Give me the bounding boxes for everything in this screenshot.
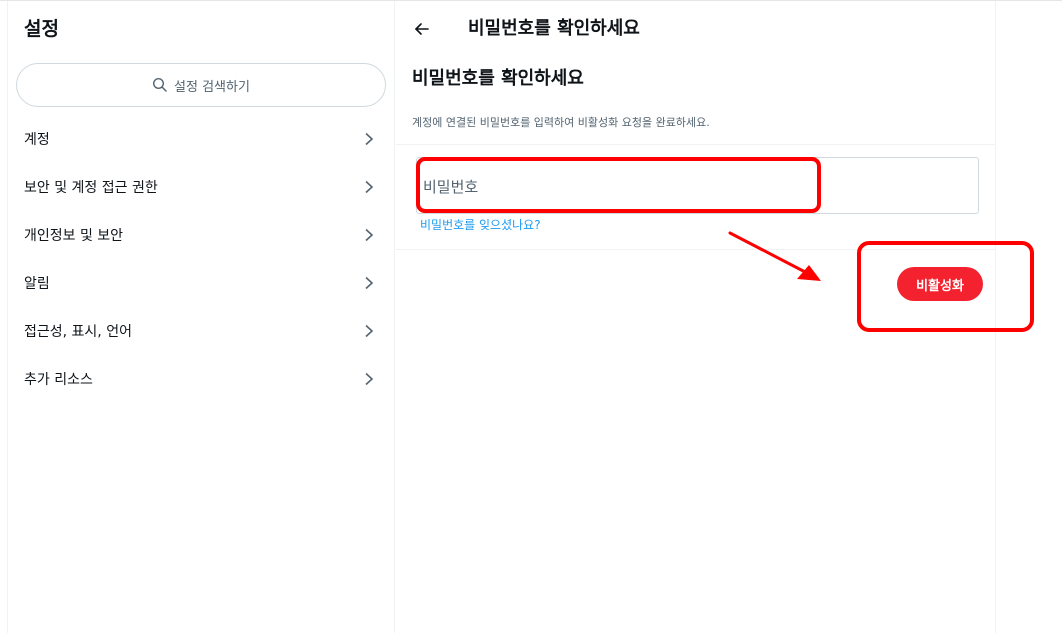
settings-item-resources[interactable]: 추가 리소스 — [8, 355, 394, 403]
chevron-right-icon — [362, 276, 376, 290]
section-description: 계정에 연결된 비밀번호를 입력하여 비활성화 요청을 완료하세요. — [412, 116, 710, 129]
password-field[interactable] — [416, 157, 979, 214]
settings-search-input[interactable]: 설정 검색하기 — [16, 63, 386, 107]
back-button[interactable] — [410, 17, 434, 41]
settings-item-label: 접근성, 표시, 언어 — [24, 324, 132, 340]
settings-item-security[interactable]: 보안 및 계정 접근 권한 — [8, 163, 394, 211]
settings-item-label: 개인정보 및 보안 — [24, 228, 124, 244]
settings-item-label: 알림 — [24, 276, 50, 292]
settings-item-accessibility[interactable]: 접근성, 표시, 언어 — [8, 307, 394, 355]
section-title: 비밀번호를 확인하세요 — [412, 68, 584, 89]
divider — [396, 144, 995, 145]
settings-item-account[interactable]: 계정 — [8, 115, 394, 163]
chevron-right-icon — [362, 324, 376, 338]
page-title: 비밀번호를 확인하세요 — [468, 18, 640, 39]
divider — [396, 249, 995, 250]
password-input[interactable] — [421, 170, 965, 204]
chevron-right-icon — [362, 180, 376, 194]
deactivate-button[interactable]: 비활성화 — [897, 267, 983, 301]
settings-item-label: 계정 — [24, 132, 50, 148]
chevron-right-icon — [362, 132, 376, 146]
chevron-right-icon — [362, 372, 376, 386]
settings-item-notifications[interactable]: 알림 — [8, 259, 394, 307]
search-icon — [152, 77, 168, 93]
detail-panel: 비밀번호를 확인하세요 비밀번호를 확인하세요 계정에 연결된 비밀번호를 입력… — [396, 1, 996, 633]
app-window: 설정 설정 검색하기 계정 보안 및 계정 접근 권한 개인정보 및 보안 알림… — [0, 0, 1062, 633]
search-placeholder: 설정 검색하기 — [174, 79, 250, 95]
settings-panel: 설정 설정 검색하기 계정 보안 및 계정 접근 권한 개인정보 및 보안 알림… — [7, 1, 395, 633]
forgot-password-link[interactable]: 비밀번호를 잊으셨나요? — [420, 216, 541, 233]
settings-item-privacy[interactable]: 개인정보 및 보안 — [8, 211, 394, 259]
arrow-left-icon — [413, 20, 431, 38]
settings-menu: 계정 보안 및 계정 접근 권한 개인정보 및 보안 알림 접근성, 표시, 언… — [8, 115, 394, 403]
settings-item-label: 보안 및 계정 접근 권한 — [24, 180, 158, 196]
settings-item-label: 추가 리소스 — [24, 372, 93, 388]
settings-title: 설정 — [24, 18, 59, 40]
chevron-right-icon — [362, 228, 376, 242]
